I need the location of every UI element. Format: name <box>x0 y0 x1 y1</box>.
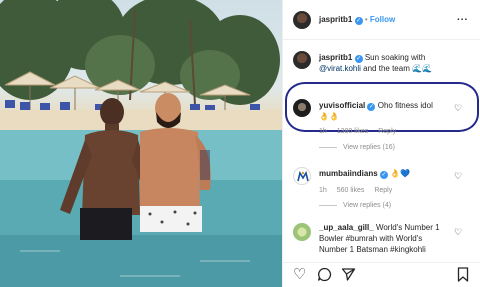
reply-button[interactable]: Reply <box>378 128 396 135</box>
comment-text: _up_aala_gill_ World's Number 1 Bowler #… <box>319 222 451 255</box>
comment-body: Oho fitness idol <box>377 101 433 110</box>
comment-item: _up_aala_gill_ World's Number 1 Bowler #… <box>283 220 480 262</box>
avatar[interactable] <box>293 167 311 185</box>
header-user-row: jaspritb1 ✓ • Follow <box>319 15 395 25</box>
beach-scene-illustration <box>0 0 282 287</box>
avatar[interactable] <box>293 223 311 241</box>
view-replies-label[interactable]: View replies (16) <box>343 144 395 151</box>
caption-text: jaspritb1 ✓ Sun soaking with @virat.kohl… <box>319 52 469 74</box>
comment-username[interactable]: _up_aala_gill_ <box>319 223 374 232</box>
header-username[interactable]: jaspritb1 <box>319 15 352 24</box>
comment-username[interactable]: yuvisofficial <box>319 101 365 110</box>
view-replies-button[interactable]: View replies (16) <box>319 144 395 151</box>
comment-username[interactable]: mumbaiindians <box>319 169 378 178</box>
header-separator: • <box>364 15 368 24</box>
caption-text-1: Sun soaking with <box>364 53 426 62</box>
more-options-icon[interactable]: ... <box>457 12 468 23</box>
post-action-bar: ♡ <box>283 262 480 287</box>
comment-meta: 1h 1380 likes Reply <box>319 128 404 135</box>
view-replies-label[interactable]: View replies (4) <box>343 202 391 209</box>
heart-icon[interactable]: ♡ <box>293 267 306 283</box>
avatar[interactable] <box>293 11 311 29</box>
follow-button[interactable]: Follow <box>370 15 395 24</box>
comment-likes[interactable]: 560 likes <box>337 187 365 194</box>
comment-text: mumbaiindians ✓ 👌💙 <box>319 168 449 179</box>
comment-body: 👌💙 <box>390 169 411 178</box>
post-header: jaspritb1 ✓ • Follow ... <box>283 0 480 40</box>
caption-text-2: and the team <box>363 64 410 73</box>
mumbai-indians-logo-icon <box>297 170 309 182</box>
replies-divider <box>319 146 337 148</box>
verified-badge-icon: ✓ <box>354 55 363 63</box>
comment-text: yuvisofficial ✓ Oho fitness idol 👌👌 <box>319 100 449 122</box>
comment-icon[interactable] <box>317 267 332 286</box>
comment-item: mumbaiindians ✓ 👌💙 ♡ 1h 560 likes Reply … <box>283 164 480 216</box>
comment-time: 1h <box>319 128 327 135</box>
comment-emoji: 👌👌 <box>319 112 339 121</box>
caption: jaspritb1 ✓ Sun soaking with @virat.kohl… <box>283 48 480 80</box>
comment-meta: 1h 560 likes Reply <box>319 187 400 194</box>
comment-like-heart-icon[interactable]: ♡ <box>454 172 463 181</box>
comment-item: yuvisofficial ✓ Oho fitness idol 👌👌 ♡ 1h… <box>283 96 480 156</box>
verified-badge-icon: ✓ <box>367 103 376 111</box>
comment-like-heart-icon[interactable]: ♡ <box>454 228 463 237</box>
avatar[interactable] <box>293 99 311 117</box>
reply-button[interactable]: Reply <box>374 187 392 194</box>
bookmark-icon[interactable] <box>457 267 469 286</box>
post-photo[interactable] <box>0 0 282 287</box>
verified-badge-icon: ✓ <box>379 171 388 179</box>
mention-link[interactable]: @virat.kohli <box>319 64 361 73</box>
caption-username[interactable]: jaspritb1 <box>319 53 352 62</box>
verified-badge-icon: ✓ <box>354 17 363 25</box>
comment-like-heart-icon[interactable]: ♡ <box>454 104 463 113</box>
caption-emoji: 🌊🌊 <box>412 64 433 73</box>
post-side-panel: jaspritb1 ✓ • Follow ... jaspritb1 ✓ Sun… <box>282 0 480 287</box>
comment-likes[interactable]: 1380 likes <box>337 128 369 135</box>
avatar[interactable] <box>293 51 311 69</box>
share-icon[interactable] <box>341 267 356 286</box>
view-replies-button[interactable]: View replies (4) <box>319 202 391 209</box>
replies-divider <box>319 204 337 206</box>
comment-time: 1h <box>319 187 327 194</box>
